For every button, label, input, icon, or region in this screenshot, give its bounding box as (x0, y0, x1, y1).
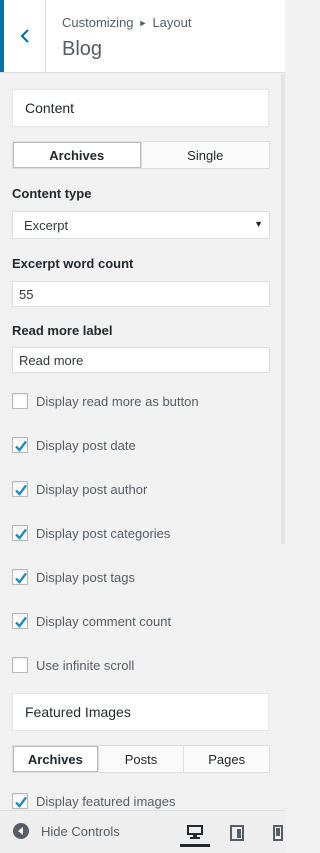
checkbox[interactable] (12, 525, 28, 541)
tablet-icon (230, 825, 244, 841)
excerpt-count-label: Excerpt word count (12, 256, 134, 271)
checkbox[interactable] (12, 393, 28, 409)
breadcrumb-layout: Layout (152, 15, 192, 30)
checkbox[interactable] (12, 793, 28, 809)
desktop-icon (187, 824, 203, 839)
checkmark-icon (15, 440, 27, 452)
option-label: Display featured images (36, 793, 176, 809)
option-infinite-scroll[interactable]: Use infinite scroll (12, 656, 134, 674)
checkbox[interactable] (12, 481, 28, 497)
customizer-footer: Hide Controls (0, 810, 285, 853)
option-post-tags[interactable]: Display post tags (12, 568, 135, 586)
tab-single[interactable]: Single (141, 142, 269, 168)
checkbox[interactable] (12, 437, 28, 453)
option-comment-count[interactable]: Display comment count (12, 612, 171, 630)
hide-controls-label: Hide Controls (41, 823, 120, 839)
option-label: Display post author (36, 481, 148, 497)
content-section-title: Content (25, 100, 75, 116)
chevron-left-icon (19, 29, 29, 43)
checkmark-icon (15, 484, 27, 496)
checkmark-icon (15, 796, 27, 808)
collapse-arrow-icon (13, 823, 29, 839)
featured-section-title: Featured Images (25, 704, 131, 720)
option-label: Display read more as button (36, 393, 199, 409)
hide-controls-button[interactable]: Hide Controls (13, 823, 120, 839)
option-read-more-button[interactable]: Display read more as button (12, 392, 199, 410)
scrollbar[interactable] (281, 74, 285, 544)
option-featured-images[interactable]: Display featured images (12, 792, 175, 810)
tab-posts[interactable]: Posts (98, 746, 185, 772)
content-tabs: Archives Single (12, 141, 270, 169)
option-post-date[interactable]: Display post date (12, 436, 136, 454)
option-label: Display post date (36, 437, 136, 453)
tablet-preview-button[interactable] (222, 819, 252, 847)
checkmark-icon (15, 528, 27, 540)
mobile-icon (273, 825, 283, 841)
checkbox[interactable] (12, 569, 28, 585)
tab-archives[interactable]: Archives (13, 746, 99, 772)
dropdown-arrow-icon: ▼ (254, 219, 263, 229)
read-more-input[interactable]: Read more (12, 347, 270, 373)
back-button[interactable] (0, 0, 46, 72)
option-label: Use infinite scroll (36, 657, 135, 673)
desktop-preview-button[interactable] (180, 819, 210, 847)
breadcrumb-customizing: Customizing (62, 15, 134, 30)
featured-section-heading: Featured Images (12, 693, 269, 731)
tab-pages[interactable]: Pages (184, 746, 270, 772)
option-label: Display post tags (36, 569, 135, 585)
option-label: Display post categories (36, 525, 171, 541)
option-post-author[interactable]: Display post author (12, 480, 147, 498)
checkmark-icon (15, 616, 27, 628)
featured-tabs: Archives Posts Pages (12, 745, 270, 773)
option-label: Display comment count (36, 613, 172, 629)
checkbox[interactable] (12, 657, 28, 673)
tab-archives[interactable]: Archives (13, 142, 142, 168)
read-more-label: Read more label (12, 323, 113, 338)
checkmark-icon (15, 572, 27, 584)
content-type-value: Excerpt (24, 217, 69, 233)
breadcrumb-arrow-icon: ► (138, 18, 148, 28)
excerpt-count-input[interactable]: 55 (12, 281, 270, 307)
option-post-categories[interactable]: Display post categories (12, 524, 170, 542)
page-title: Blog (62, 38, 103, 60)
mobile-preview-button[interactable] (263, 819, 293, 847)
content-section-heading: Content (12, 89, 269, 127)
breadcrumb: Customizing ► Layout (62, 15, 192, 30)
content-type-label: Content type (12, 186, 92, 201)
checkbox[interactable] (12, 613, 28, 629)
content-type-select[interactable]: Excerpt ▼ (12, 211, 270, 239)
panel-header: Customizing ► Layout Blog (0, 0, 285, 73)
